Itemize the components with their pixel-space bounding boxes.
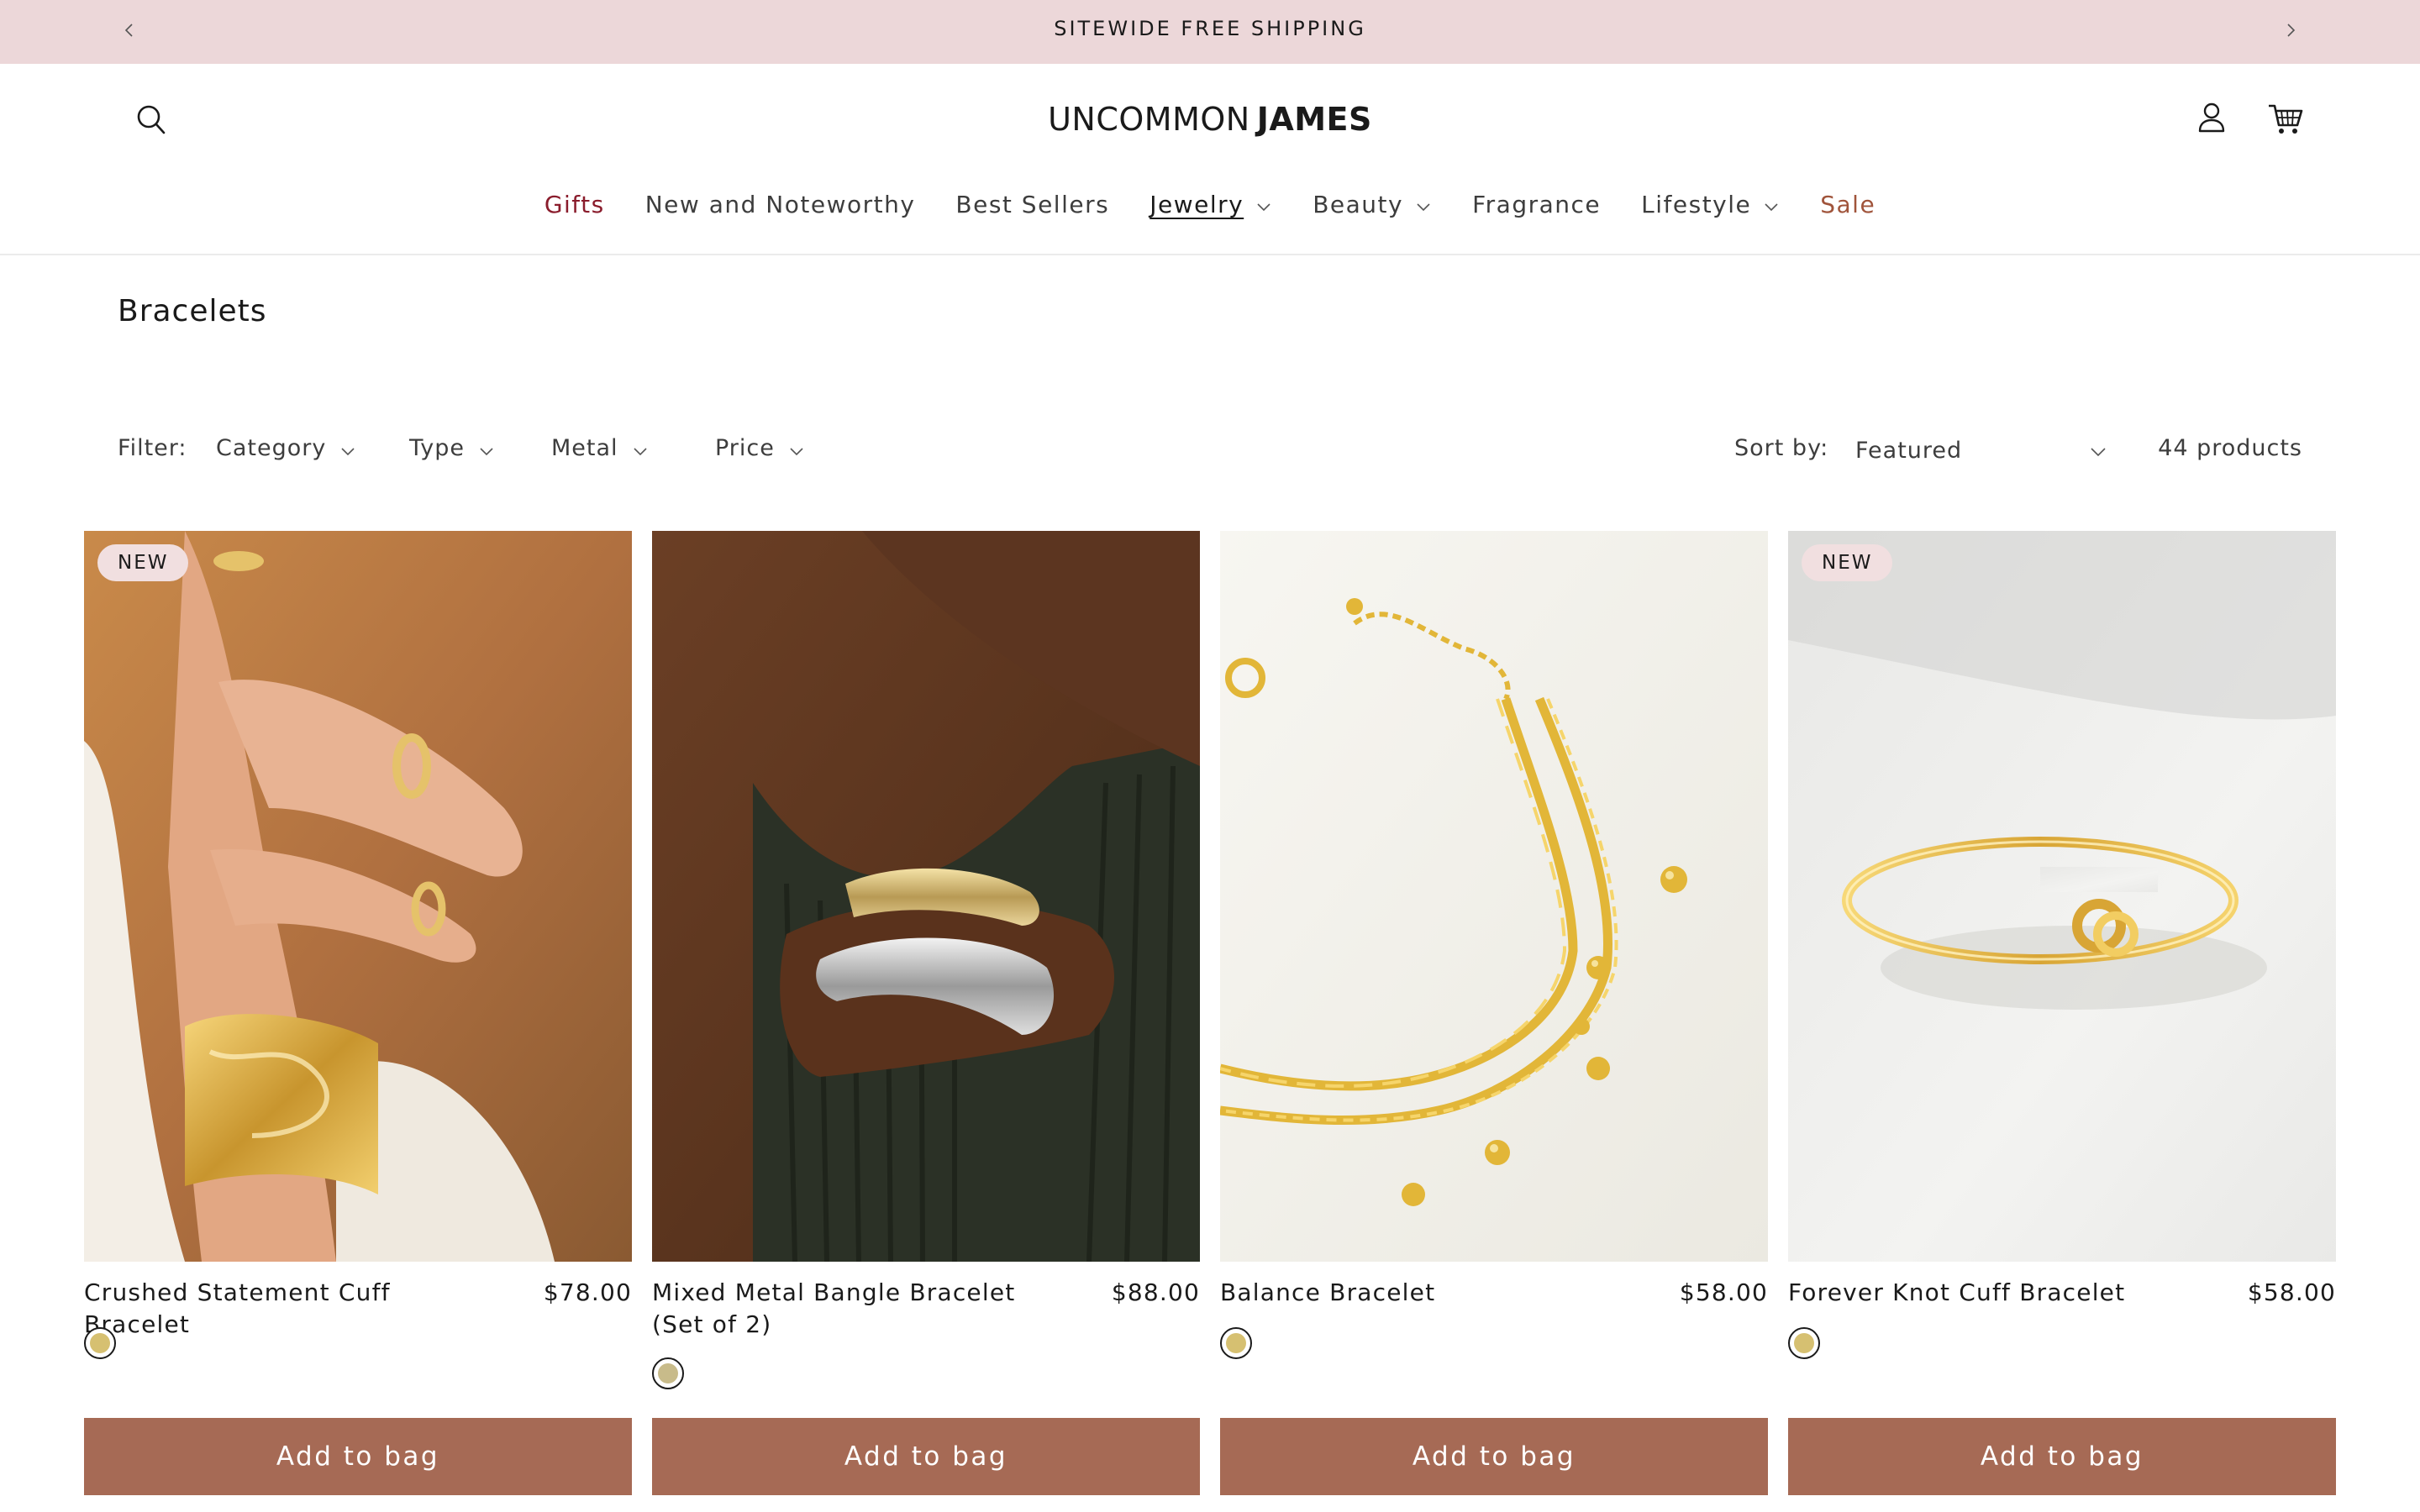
product-count: 44 products — [2158, 435, 2302, 461]
add-to-bag-button[interactable]: Add to bag — [652, 1418, 1200, 1495]
add-to-bag-button[interactable]: Add to bag — [1220, 1418, 1768, 1495]
color-swatch[interactable] — [84, 1327, 116, 1359]
color-swatch[interactable] — [652, 1357, 684, 1389]
sort-select[interactable]: Featured — [1855, 428, 2107, 472]
nav-label: Gifts — [544, 190, 605, 218]
chevron-down-icon — [341, 447, 355, 455]
announcement-text: SITEWIDE FREE SHIPPING — [1054, 17, 1366, 40]
site-header: UNCOMMON JAMES Gifts New and Noteworthy B… — [0, 64, 2420, 255]
product-name[interactable]: Forever Knot Cuff Bracelet — [1788, 1277, 2208, 1309]
announcement-bar: SITEWIDE FREE SHIPPING — [0, 0, 2420, 64]
filter-category-label: Category — [216, 435, 327, 461]
search-icon — [137, 105, 166, 134]
product-image[interactable]: NEW — [1788, 531, 2336, 1262]
announcement-next-button[interactable] — [2274, 13, 2307, 47]
product-price: $78.00 — [543, 1278, 632, 1306]
filter-metal-label: Metal — [551, 435, 618, 461]
product-card: Balance Bracelet $58.00 Add to bag — [1220, 531, 1768, 1512]
product-name[interactable]: Crushed Statement Cuff Bracelet — [84, 1277, 504, 1341]
nav-label: New and Noteworthy — [644, 190, 916, 218]
nav-label: Best Sellers — [955, 190, 1110, 218]
nav-label: Sale — [1820, 190, 1876, 218]
product-image[interactable] — [1220, 531, 1768, 1262]
product-price: $58.00 — [1679, 1278, 1768, 1306]
product-price: $58.00 — [2247, 1278, 2336, 1306]
color-swatch[interactable] — [1220, 1327, 1252, 1359]
nav-item-sale[interactable]: Sale — [1820, 191, 1876, 218]
product-photo-chain — [1220, 531, 1768, 1262]
filter-price-label: Price — [715, 435, 775, 461]
nav-label: Fragrance — [1472, 190, 1602, 218]
product-name[interactable]: Mixed Metal Bangle Bracelet (Set of 2) — [652, 1277, 1072, 1341]
product-image[interactable] — [652, 531, 1200, 1262]
main-nav: Gifts New and Noteworthy Best Sellers Je… — [0, 183, 2420, 225]
nav-item-lifestyle[interactable]: Lifestyle — [1641, 191, 1780, 218]
product-photo-cuff — [84, 531, 632, 1262]
chevron-down-icon — [633, 447, 647, 455]
logo-text-james: JAMES — [1256, 101, 1372, 138]
nav-label: Jewelry — [1150, 190, 1244, 218]
nav-item-jewelry[interactable]: Jewelry — [1150, 191, 1272, 218]
product-photo-knot-cuff — [1788, 531, 2336, 1262]
nav-item-beauty[interactable]: Beauty — [1313, 191, 1432, 218]
color-swatch[interactable] — [1788, 1327, 1820, 1359]
filter-category[interactable]: Category — [216, 435, 356, 461]
cart-button[interactable] — [2264, 94, 2307, 144]
chevron-down-icon — [1417, 203, 1430, 212]
add-to-bag-button[interactable]: Add to bag — [1788, 1418, 2336, 1495]
user-icon — [2198, 102, 2225, 133]
nav-item-fragrance[interactable]: Fragrance — [1472, 191, 1601, 218]
filter-label: Filter: — [118, 435, 187, 461]
add-to-bag-button[interactable]: Add to bag — [84, 1418, 632, 1495]
chevron-down-icon — [480, 447, 493, 455]
chevron-right-icon — [2287, 24, 2296, 37]
product-badge: NEW — [1802, 544, 1893, 581]
chevron-down-icon — [2091, 448, 2106, 457]
site-logo[interactable]: UNCOMMON JAMES — [983, 94, 1437, 144]
product-badge: NEW — [97, 544, 189, 581]
product-card: NEW Crushed Statement Cuff Bracelet $78.… — [84, 531, 632, 1512]
filter-metal[interactable]: Metal — [551, 435, 649, 461]
search-button[interactable] — [131, 94, 171, 144]
product-card: NEW Forever Knot Cuff Bracelet $58.00 Ad… — [1788, 531, 2336, 1512]
chevron-down-icon — [1257, 203, 1270, 212]
chevron-down-icon — [1765, 203, 1778, 212]
logo-text-uncommon: UNCOMMON — [1048, 101, 1250, 138]
nav-item-best-sellers[interactable]: Best Sellers — [955, 191, 1109, 218]
product-photo-bangles — [652, 531, 1200, 1262]
filter-type-label: Type — [409, 435, 466, 461]
account-button[interactable] — [2193, 92, 2230, 143]
nav-label: Beauty — [1313, 190, 1404, 218]
filter-type[interactable]: Type — [409, 435, 495, 461]
sort-value: Featured — [1855, 437, 1963, 464]
page-title: Bracelets — [118, 294, 267, 328]
nav-item-gifts[interactable]: Gifts — [544, 191, 605, 218]
product-card: Mixed Metal Bangle Bracelet (Set of 2) $… — [652, 531, 1200, 1512]
cart-icon — [2269, 104, 2303, 134]
product-price: $88.00 — [1111, 1278, 1200, 1306]
sort-label: Sort by: — [1734, 435, 1829, 461]
product-image[interactable]: NEW — [84, 531, 632, 1262]
filter-bar: Filter: Category Type Metal Price Sort b… — [0, 428, 2420, 472]
filter-price[interactable]: Price — [715, 435, 805, 461]
product-name[interactable]: Balance Bracelet — [1220, 1277, 1640, 1309]
nav-label: Lifestyle — [1641, 190, 1752, 218]
nav-item-new-and-noteworthy[interactable]: New and Noteworthy — [645, 191, 916, 218]
chevron-down-icon — [790, 447, 803, 455]
product-grid: NEW Crushed Statement Cuff Bracelet $78.… — [84, 531, 2336, 1512]
